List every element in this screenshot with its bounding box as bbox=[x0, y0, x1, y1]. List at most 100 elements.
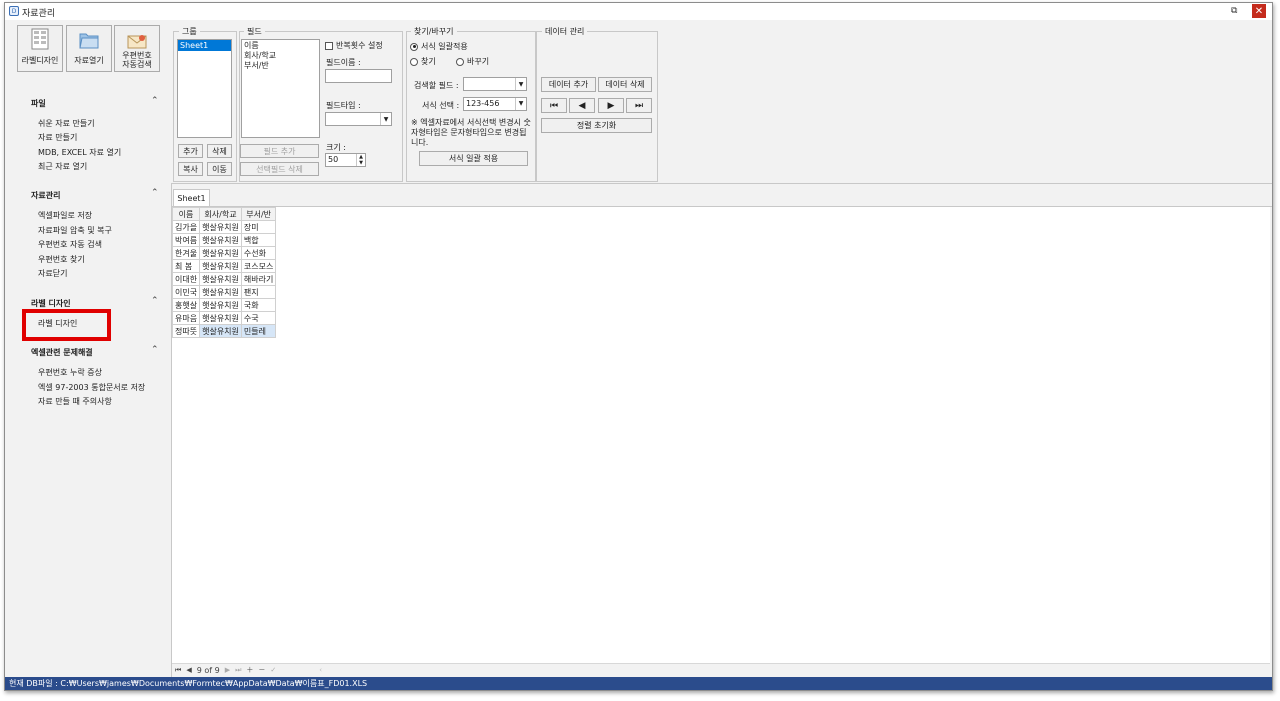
table-cell[interactable]: 팬지 bbox=[240, 285, 277, 299]
size-stepper[interactable]: 50 ▲ ▼ bbox=[325, 153, 366, 167]
close-button[interactable]: ✕ bbox=[1252, 4, 1266, 18]
nav-first-icon[interactable]: ⏮ bbox=[175, 666, 181, 675]
radio-on-icon[interactable] bbox=[410, 42, 418, 51]
collapse-data-icon[interactable]: ⌃ bbox=[151, 188, 159, 198]
table-cell[interactable]: 햇살유치원 bbox=[199, 285, 242, 299]
group-copy-button[interactable]: 복사 bbox=[178, 162, 203, 176]
table-cell[interactable]: 햇살유치원 bbox=[199, 220, 242, 234]
table-row[interactable]: 김가을 햇살유치원 장미 bbox=[171, 220, 277, 234]
table-cell[interactable]: 햇살유치원 bbox=[199, 272, 242, 286]
radio-off-icon[interactable] bbox=[410, 57, 418, 66]
table-cell[interactable]: 이대한 bbox=[171, 272, 201, 286]
nav-last-icon[interactable]: ⏭ bbox=[235, 666, 241, 675]
collapse-excel-icon[interactable]: ⌃ bbox=[151, 345, 159, 355]
column-header[interactable]: 부서/반 bbox=[240, 207, 277, 221]
table-cell[interactable]: 장미 bbox=[240, 220, 277, 234]
table-cell[interactable]: 코스모스 bbox=[240, 259, 277, 273]
sidebar-item-recent[interactable]: 최근 자료 열기 bbox=[38, 161, 87, 172]
table-cell[interactable]: 햇살유치원 bbox=[199, 298, 242, 312]
collapse-label-icon[interactable]: ⌃ bbox=[151, 296, 159, 306]
stepper-arrows-icon[interactable]: ▲ ▼ bbox=[356, 154, 365, 166]
postal-search-button[interactable]: 우편번호 자동검색 bbox=[114, 25, 160, 72]
find-radio[interactable]: 찾기 bbox=[410, 56, 436, 67]
apply-format-button[interactable]: 서식 일괄 적용 bbox=[419, 151, 528, 166]
group-add-button[interactable]: 추가 bbox=[178, 144, 203, 158]
field-list-item[interactable]: 이름 bbox=[244, 41, 317, 51]
reset-sort-button[interactable]: 정렬 초기화 bbox=[541, 118, 652, 133]
hscroll-left-icon[interactable]: ‹ bbox=[319, 666, 322, 674]
nav-next-icon[interactable]: ▶ bbox=[225, 666, 230, 674]
table-cell[interactable]: 수선화 bbox=[240, 246, 277, 260]
table-row[interactable]: 홍햇살 햇살유치원 국화 bbox=[171, 298, 277, 312]
prev-record-button[interactable]: ◀ bbox=[569, 98, 595, 113]
sidebar-item-postal-missing[interactable]: 우편번호 누락 증상 bbox=[38, 367, 102, 378]
table-cell[interactable]: 김가을 bbox=[171, 220, 201, 234]
sidebar-item-postal-auto[interactable]: 우편번호 자동 검색 bbox=[38, 239, 102, 250]
column-header[interactable]: 회사/학교 bbox=[199, 207, 242, 221]
table-cell[interactable]: 한겨울 bbox=[171, 246, 201, 260]
sidebar-item-close-data[interactable]: 자료닫기 bbox=[38, 268, 67, 279]
field-name-input[interactable] bbox=[325, 69, 392, 83]
search-field-select[interactable]: ▼ bbox=[463, 77, 527, 91]
add-data-button[interactable]: 데이터 추가 bbox=[541, 77, 596, 92]
table-cell[interactable]: 햇살유치원 bbox=[199, 233, 242, 247]
sidebar-item-easy-create[interactable]: 쉬운 자료 만들기 bbox=[38, 118, 95, 129]
sidebar-item-caution[interactable]: 자료 만들 때 주의사항 bbox=[38, 396, 112, 407]
table-row[interactable]: 최 봄 햇살유치원 코스모스 bbox=[171, 259, 277, 273]
field-list-item[interactable]: 부서/반 bbox=[244, 61, 317, 71]
table-row[interactable]: 박여름 햇살유치원 백합 bbox=[171, 233, 277, 247]
repeat-checkbox[interactable]: 반복횟수 설정 bbox=[325, 40, 383, 51]
table-cell[interactable]: 국화 bbox=[240, 298, 277, 312]
table-cell[interactable]: 박여름 bbox=[171, 233, 201, 247]
table-cell[interactable]: 최 봄 bbox=[171, 259, 201, 273]
nav-save-icon[interactable]: ✓ bbox=[270, 666, 276, 674]
replace-radio[interactable]: 바꾸기 bbox=[456, 56, 489, 67]
table-cell[interactable]: 햇살유치원 bbox=[199, 324, 242, 338]
table-cell[interactable]: 백합 bbox=[240, 233, 277, 247]
sidebar-item-save-excel[interactable]: 엑셀파일로 저장 bbox=[38, 210, 92, 221]
field-list-item[interactable]: 회사/학교 bbox=[244, 51, 317, 61]
table-cell[interactable]: 정따뜻 bbox=[171, 324, 201, 338]
delete-data-button[interactable]: 데이터 삭제 bbox=[598, 77, 652, 92]
nav-add-icon[interactable]: ＋ bbox=[246, 665, 253, 675]
restore-icon[interactable]: ⧉ bbox=[1231, 6, 1237, 16]
table-cell[interactable]: 수국 bbox=[240, 311, 277, 325]
format-radio[interactable]: 서식 일괄적용 bbox=[410, 41, 468, 52]
nav-remove-icon[interactable]: － bbox=[258, 665, 265, 675]
first-record-button[interactable]: ⏮ bbox=[541, 98, 567, 113]
radio-off-icon[interactable] bbox=[456, 57, 464, 66]
table-cell[interactable]: 홍햇살 bbox=[171, 298, 201, 312]
tab-sheet1[interactable]: Sheet1 bbox=[173, 189, 210, 206]
label-design-button[interactable]: 라벨디자인 bbox=[17, 25, 63, 72]
table-cell[interactable]: 햇살유치원 bbox=[199, 246, 242, 260]
table-row[interactable]: 이대한 햇살유치원 해바라기 bbox=[171, 272, 277, 286]
field-list[interactable]: 이름 회사/학교 부서/반 bbox=[241, 39, 320, 138]
delete-field-button[interactable]: 선택필드 삭제 bbox=[240, 162, 319, 176]
table-cell[interactable]: 유마음 bbox=[171, 311, 201, 325]
sidebar-item-postal-find[interactable]: 우편번호 찾기 bbox=[38, 254, 85, 265]
next-record-button[interactable]: ▶ bbox=[598, 98, 624, 113]
table-row[interactable]: 유마음 햇살유치원 수국 bbox=[171, 311, 277, 325]
sheet-list-item[interactable]: Sheet1 bbox=[178, 40, 231, 51]
last-record-button[interactable]: ⏭ bbox=[626, 98, 652, 113]
sidebar-item-compress[interactable]: 자료파일 압축 및 복구 bbox=[38, 225, 112, 236]
table-row[interactable]: 정따뜻 햇살유치원 민들레 bbox=[171, 324, 277, 338]
table-cell[interactable]: 햇살유치원 bbox=[199, 259, 242, 273]
open-data-button[interactable]: 자료열기 bbox=[66, 25, 112, 72]
data-grid[interactable]: 이름 회사/학교 부서/반 김가을 햇살유치원 장미 박여름 햇살유치원 백합 한겨울 햇살유… bbox=[171, 207, 277, 338]
table-cell[interactable]: 민들레 bbox=[240, 324, 277, 338]
repeat-check-icon[interactable] bbox=[325, 41, 333, 50]
table-row[interactable]: 한겨울 햇살유치원 수선화 bbox=[171, 246, 277, 260]
group-delete-button[interactable]: 삭제 bbox=[207, 144, 232, 158]
column-header[interactable]: 이름 bbox=[171, 207, 201, 221]
field-type-select[interactable]: ▼ bbox=[325, 112, 392, 126]
format-select[interactable]: 123-456 ▼ bbox=[463, 97, 527, 111]
group-move-button[interactable]: 이동 bbox=[207, 162, 232, 176]
add-field-button[interactable]: 필드 추가 bbox=[240, 144, 319, 158]
sidebar-item-open-mdb-excel[interactable]: MDB, EXCEL 자료 열기 bbox=[38, 147, 121, 158]
table-cell[interactable]: 햇살유치원 bbox=[199, 311, 242, 325]
sidebar-item-save-97[interactable]: 엑셀 97-2003 통합문서로 저장 bbox=[38, 382, 145, 393]
table-cell[interactable]: 이민국 bbox=[171, 285, 201, 299]
sidebar-item-create[interactable]: 자료 만들기 bbox=[38, 132, 77, 143]
table-cell[interactable]: 해바라기 bbox=[240, 272, 277, 286]
